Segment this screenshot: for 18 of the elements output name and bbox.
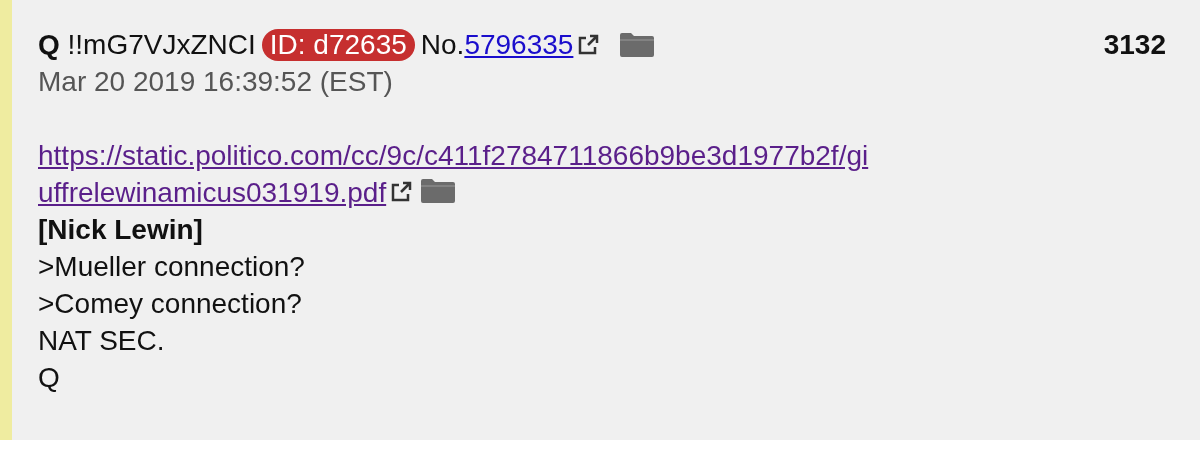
post-index: 3132 xyxy=(1103,28,1166,62)
post-text: [Nick Lewin] xyxy=(38,214,203,245)
id-badge: ID: d72635 xyxy=(261,28,415,61)
folder-icon[interactable] xyxy=(619,31,656,58)
post-text: NAT SEC. xyxy=(38,325,165,356)
folder-icon[interactable] xyxy=(420,178,457,204)
post-text: >Comey connection? xyxy=(38,288,302,319)
post-text: >Mueller connection? xyxy=(38,251,305,282)
url-link-line[interactable]: uffrelewinamicus031919.pdf xyxy=(38,177,387,208)
post-text: Q xyxy=(38,362,60,393)
post-number-link[interactable]: 5796335 xyxy=(464,26,574,63)
tripcode: !!mG7VJxZNCI xyxy=(67,28,256,62)
url-link-line[interactable]: https://static.politico.com/cc/9c/c411f2784711866b9be3d1977b2f/gi xyxy=(38,140,869,171)
external-link-icon[interactable] xyxy=(390,181,413,203)
post-number-label: No. xyxy=(420,28,465,62)
post-timestamp: Mar 20 2019 16:39:52 (EST) xyxy=(38,65,394,99)
external-link-icon[interactable] xyxy=(577,33,600,56)
author-name: Q xyxy=(38,28,60,62)
